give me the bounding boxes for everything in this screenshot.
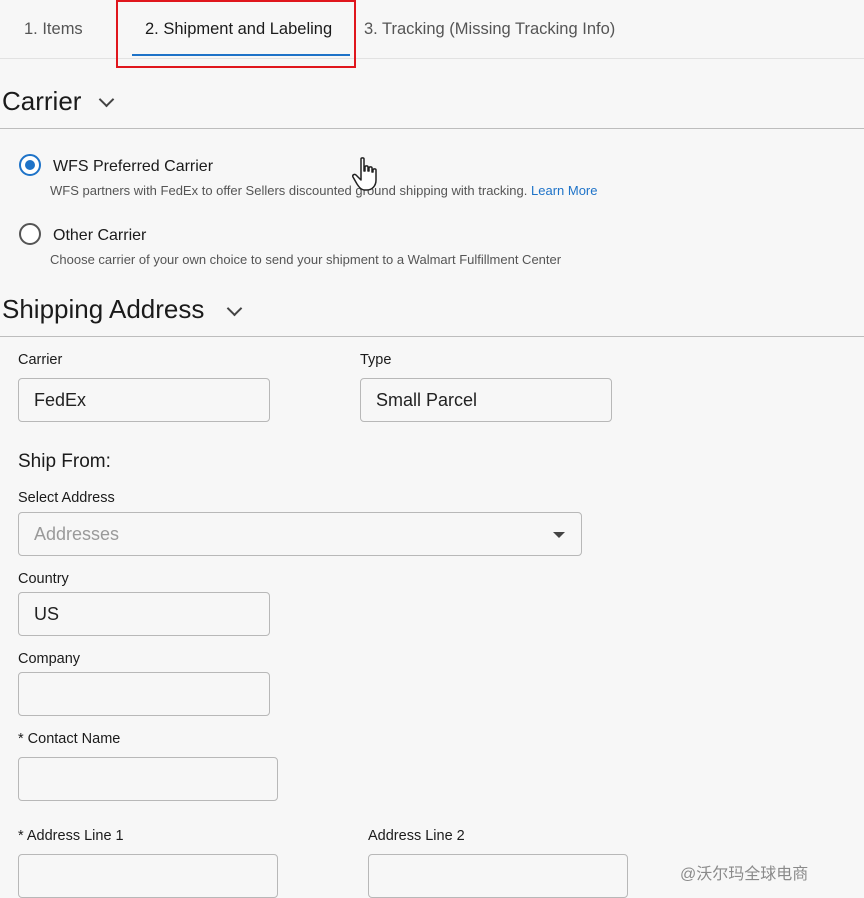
company-field[interactable] bbox=[18, 672, 270, 716]
carrier-section-title: Carrier bbox=[2, 86, 82, 116]
section-divider bbox=[0, 128, 864, 129]
tab-items[interactable]: 1. Items bbox=[24, 20, 83, 39]
company-field-label: Company bbox=[18, 651, 81, 667]
chevron-down-icon[interactable] bbox=[226, 300, 243, 317]
tab-shipment-and-labeling[interactable]: 2. Shipment and Labeling bbox=[145, 20, 332, 39]
wfs-preferred-carrier-radio[interactable] bbox=[19, 154, 41, 176]
select-address-label: Select Address bbox=[18, 490, 115, 506]
hand-pointer-icon bbox=[352, 157, 377, 191]
country-field-label: Country bbox=[18, 571, 69, 587]
contact-name-field[interactable] bbox=[18, 757, 278, 801]
other-carrier-description: Choose carrier of your own choice to sen… bbox=[50, 252, 562, 267]
ship-from-heading: Ship From: bbox=[18, 451, 111, 472]
other-carrier-label: Other Carrier bbox=[53, 227, 147, 244]
watermark: @沃尔玛全球电商 bbox=[680, 866, 809, 883]
step-tabs: 1. Items 2. Shipment and Labeling 3. Tra… bbox=[0, 0, 864, 59]
section-divider bbox=[0, 336, 864, 337]
tab-tracking[interactable]: 3. Tracking (Missing Tracking Info) bbox=[364, 20, 615, 39]
learn-more-link[interactable]: Learn More bbox=[531, 183, 597, 198]
other-carrier-radio[interactable] bbox=[19, 223, 41, 245]
carrier-field-label: Carrier bbox=[18, 352, 63, 368]
type-field[interactable] bbox=[360, 378, 612, 422]
shipping-address-section-title: Shipping Address bbox=[2, 294, 205, 324]
select-address-dropdown[interactable] bbox=[18, 512, 582, 556]
caret-down-icon[interactable] bbox=[553, 532, 565, 538]
select-address-input[interactable] bbox=[18, 512, 582, 556]
active-tab-indicator bbox=[132, 54, 350, 56]
wfs-preferred-carrier-description: WFS partners with FedEx to offer Sellers… bbox=[50, 183, 598, 198]
address-line-1-field-label: * Address Line 1 bbox=[18, 828, 124, 844]
country-field[interactable] bbox=[18, 592, 270, 636]
chevron-down-icon[interactable] bbox=[98, 91, 115, 108]
address-line-2-field[interactable] bbox=[368, 854, 628, 898]
address-line-2-field-label: Address Line 2 bbox=[368, 828, 465, 844]
type-field-label: Type bbox=[360, 352, 392, 368]
carrier-field[interactable] bbox=[18, 378, 270, 422]
contact-name-field-label: * Contact Name bbox=[18, 731, 121, 747]
address-line-1-field[interactable] bbox=[18, 854, 278, 898]
wfs-preferred-carrier-label: WFS Preferred Carrier bbox=[53, 158, 214, 175]
